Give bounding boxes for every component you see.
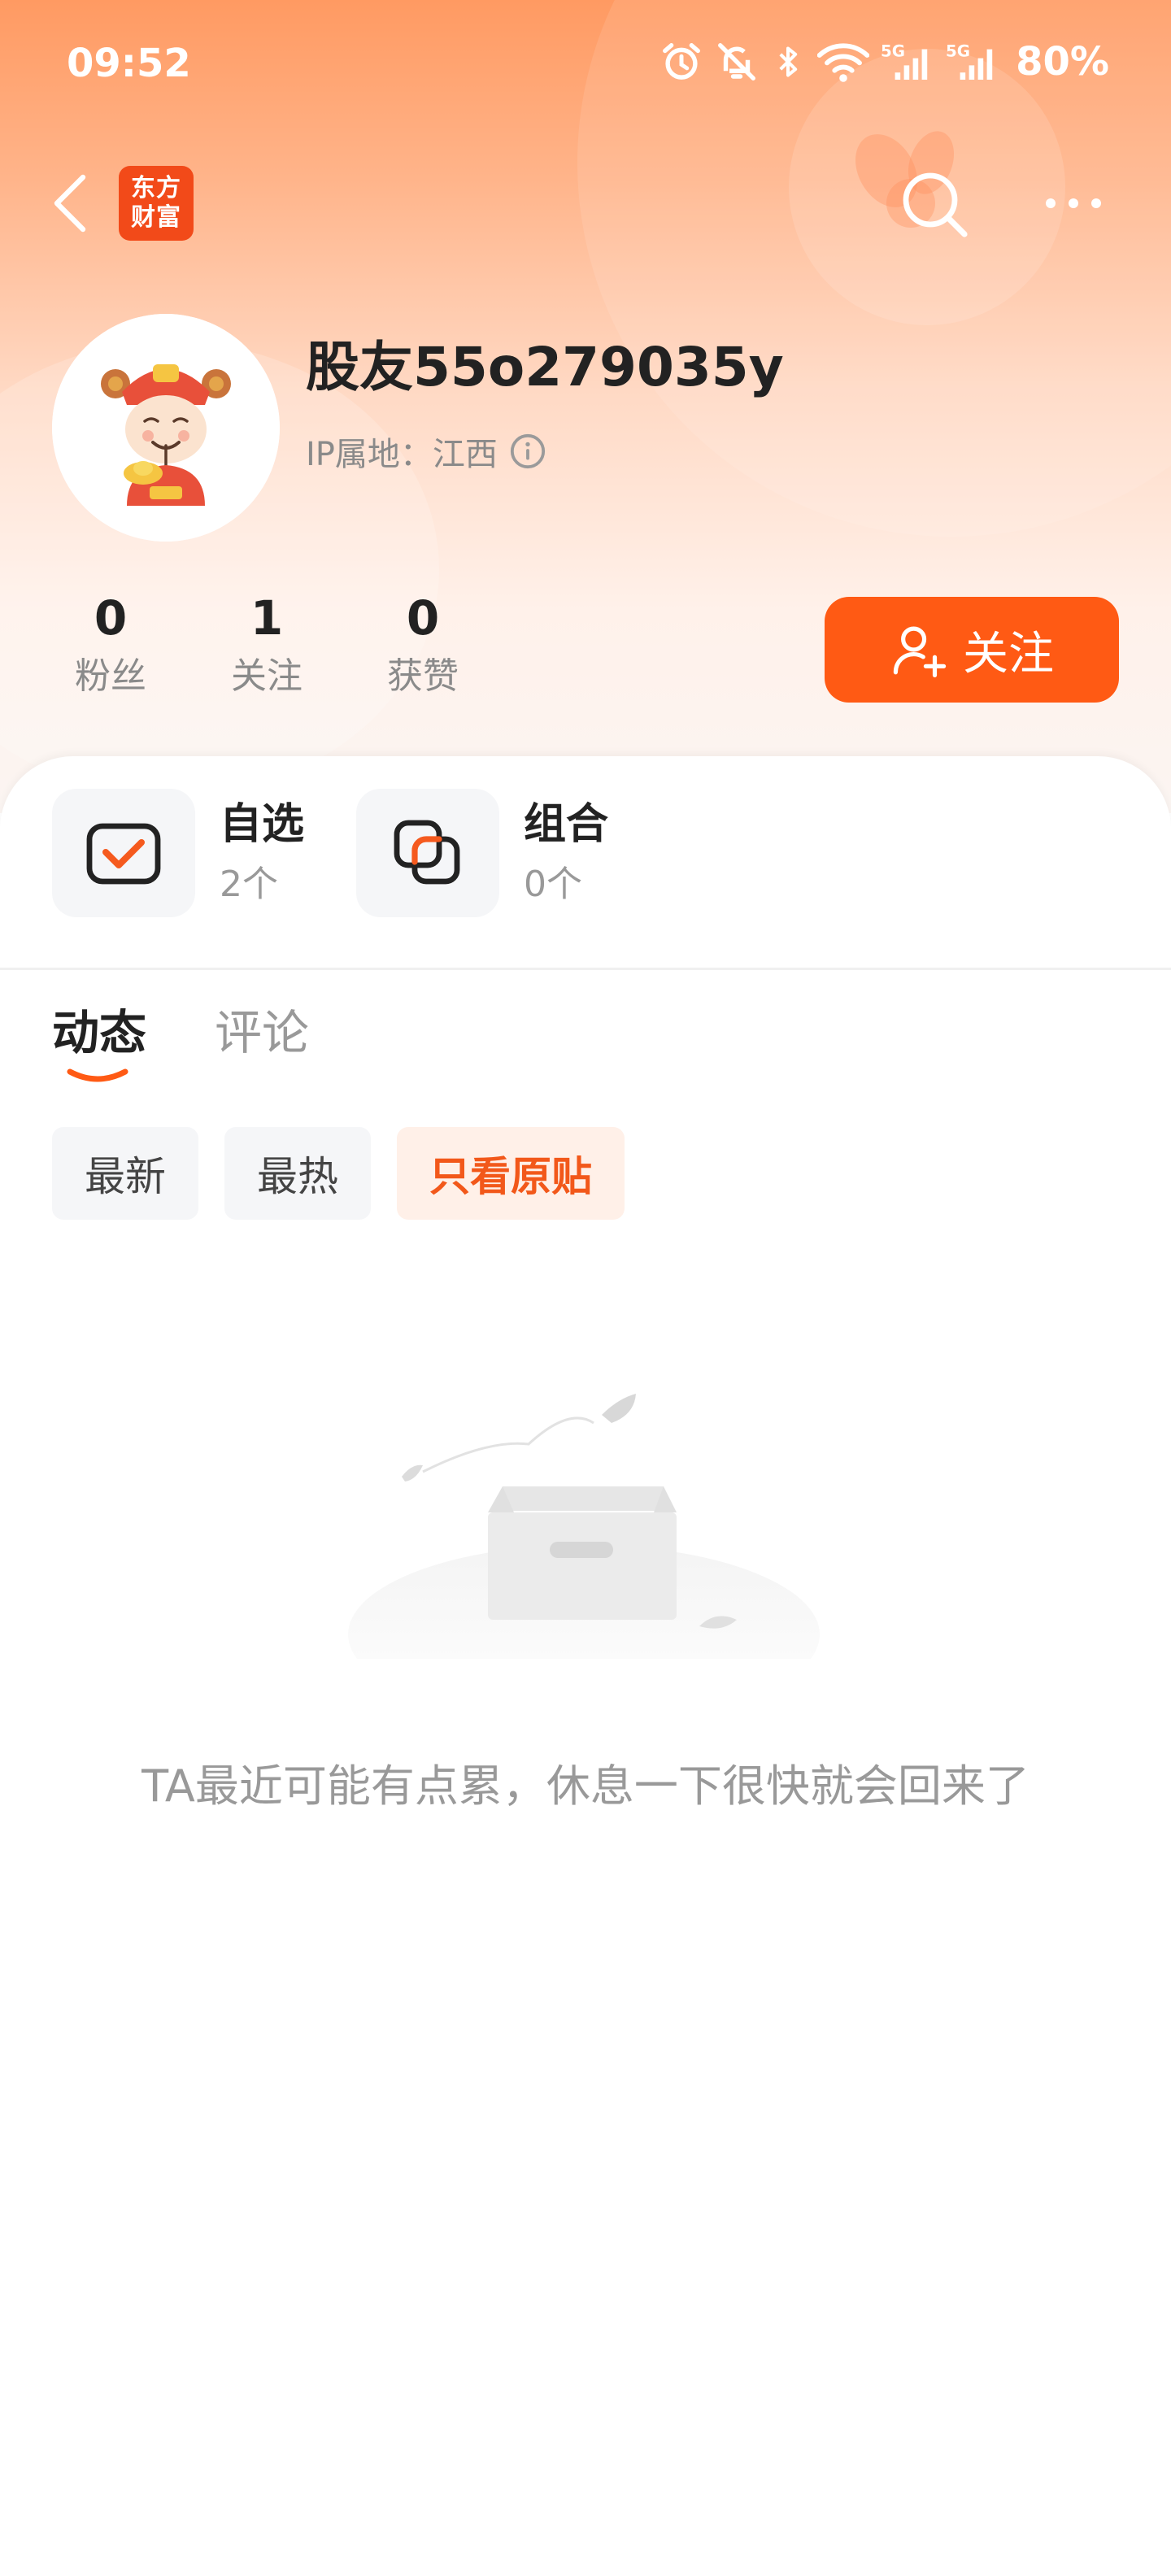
ip-location-label: IP属地：江西 — [306, 436, 498, 473]
portfolio-icon — [394, 820, 460, 885]
stat-following[interactable]: 1 关注 — [189, 587, 345, 701]
status-bar: 09:52 5G 5G 80% — [0, 33, 1171, 98]
asset-title: 自选 — [220, 800, 305, 849]
filter-chips: 最新 最热 只看原贴 — [52, 1127, 625, 1220]
content-tabs: 动态 评论 — [52, 1000, 309, 1082]
asset-portfolio[interactable]: 组合 0个 — [356, 789, 608, 917]
asset-text: 自选 2个 — [220, 796, 304, 910]
stat-label: 获赞 — [387, 655, 459, 697]
ip-location: IP属地：江西 — [306, 428, 546, 475]
stat-value: 0 — [406, 590, 440, 646]
tab-label: 评论 — [215, 1005, 310, 1060]
svg-text:5G: 5G — [946, 41, 970, 60]
content-card: 自选 2个 组合 0个 动态 评论 最新 最热 只看原贴 TA最近可能有点累，休… — [0, 756, 1171, 2576]
username: 股友55o279035y — [306, 336, 784, 398]
back-button[interactable] — [47, 171, 96, 236]
profile-stats: 0 粉丝 1 关注 0 获赞 — [33, 587, 501, 701]
avatar[interactable] — [52, 314, 280, 542]
tab-posts[interactable]: 动态 — [52, 1000, 147, 1082]
app-logo[interactable]: 东方 财富 — [119, 166, 194, 241]
empty-state-message: TA最近可能有点累，休息一下很快就会回来了 — [141, 1760, 1030, 1812]
info-icon[interactable] — [509, 433, 546, 470]
logo-line-2: 财富 — [131, 203, 181, 232]
empty-box-illustration — [348, 1394, 820, 1659]
status-icons: 5G 5G 80% — [660, 39, 1109, 85]
search-icon — [903, 172, 968, 237]
signal-5g-icon: 5G — [881, 41, 928, 80]
asset-watchlist[interactable]: 自选 2个 — [52, 789, 304, 917]
follow-button[interactable]: 关注 — [825, 597, 1119, 703]
stat-likes[interactable]: 0 获赞 — [345, 587, 501, 701]
fortune-god-avatar-icon — [52, 314, 280, 542]
watchlist-check-icon — [86, 823, 161, 885]
asset-count: 2个 — [220, 864, 278, 905]
tab-label: 动态 — [52, 1005, 147, 1060]
more-options-button[interactable] — [1041, 171, 1106, 236]
signal-5g-icon: 5G — [946, 41, 993, 80]
svg-text:5G: 5G — [881, 41, 905, 60]
asset-title: 组合 — [524, 800, 609, 849]
tab-active-indicator — [67, 1068, 128, 1082]
alarm-icon — [663, 43, 701, 80]
stat-fans[interactable]: 0 粉丝 — [33, 587, 189, 701]
more-dots-icon — [1046, 198, 1101, 208]
search-button[interactable] — [895, 164, 976, 246]
stat-value: 1 — [250, 590, 284, 646]
stat-label: 粉丝 — [75, 655, 146, 697]
stat-label: 关注 — [231, 655, 303, 697]
status-time: 09:52 — [67, 41, 191, 86]
filter-original-only[interactable]: 只看原贴 — [397, 1127, 625, 1220]
nav-bar: 东方 财富 — [0, 154, 1171, 252]
tab-comments[interactable]: 评论 — [215, 1000, 309, 1065]
filter-latest[interactable]: 最新 — [52, 1127, 198, 1220]
asset-count: 0个 — [524, 864, 583, 905]
battery-level: 80% — [1016, 39, 1109, 85]
logo-line-1: 东方 — [131, 174, 181, 202]
follow-button-label: 关注 — [963, 627, 1054, 681]
asset-shortcuts: 自选 2个 组合 0个 — [52, 789, 660, 917]
wifi-icon — [817, 43, 870, 82]
filter-hottest[interactable]: 最热 — [224, 1127, 371, 1220]
asset-text: 组合 0个 — [524, 796, 608, 910]
divider — [0, 968, 1171, 970]
chevron-left-icon — [54, 174, 86, 233]
add-user-icon — [893, 626, 947, 678]
asset-icon-box — [356, 789, 500, 917]
stat-value: 0 — [94, 590, 128, 646]
bluetooth-icon — [779, 46, 798, 77]
mute-icon — [718, 43, 756, 80]
asset-icon-box — [52, 789, 195, 917]
